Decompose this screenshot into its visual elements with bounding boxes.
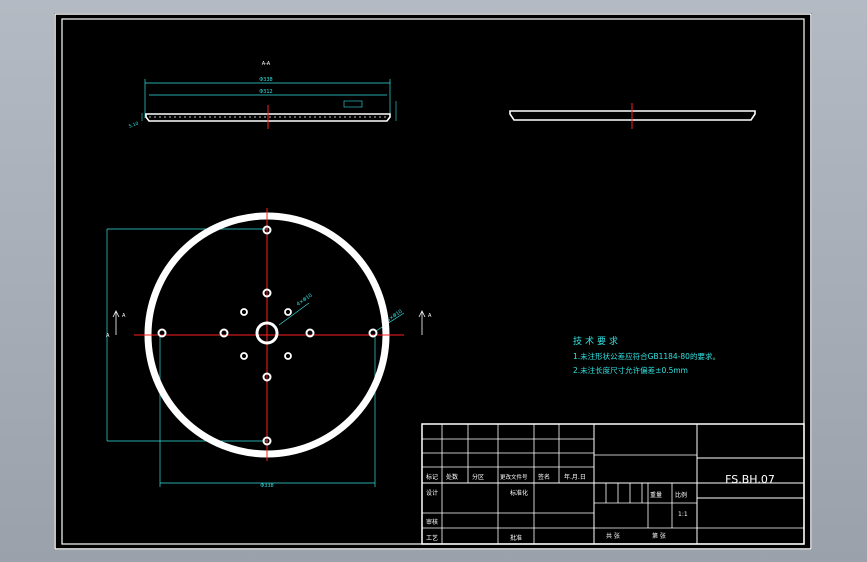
label-sign: 签名	[538, 473, 550, 481]
label-standard: 标准化	[510, 489, 528, 497]
dim-bottom-width: Φ338	[260, 483, 273, 489]
dim-top-overall: Φ338	[259, 77, 272, 83]
outer-frame	[54, 13, 812, 550]
dim-top-inner: Φ312	[259, 89, 272, 95]
label-count: 处数	[446, 473, 458, 481]
label-weight: 重量	[650, 491, 662, 499]
label-review: 审核	[426, 518, 438, 526]
label-date: 年.月.日	[564, 473, 586, 481]
label-approve: 批准	[510, 534, 522, 542]
plan-view: Φ338 4×Φ10 6×Φ10 A A A	[106, 208, 432, 489]
drawing-number: FS.BH.07	[725, 473, 775, 486]
cad-viewport: A-A Φ338 Φ312 5.10 Φ338 4×Φ10 6×Φ10 A A …	[0, 0, 867, 562]
label-change: 更改文件号	[500, 473, 528, 481]
label-zone: 分区	[472, 473, 484, 481]
inner-frame	[61, 18, 805, 545]
section-mark-left: A	[122, 313, 126, 319]
dim-hole-small: 4×Φ10	[296, 293, 314, 308]
title-block: FS.BH.07 标记 处数 分区 更改文件号 签名 年.月.日 设计 标准化 …	[421, 423, 805, 545]
note-1: 1.未注形状公差应符合GB1184-80的要求。	[573, 351, 720, 361]
view-label: A-A	[262, 61, 271, 67]
label-mark: 标记	[426, 473, 438, 481]
notes-title: 技术要求	[573, 335, 621, 347]
scale-value: 1:1	[678, 511, 688, 518]
label-scale: 比例	[675, 491, 687, 499]
label-craft: 工艺	[426, 534, 438, 542]
side-view	[509, 103, 756, 129]
sheet-number: 第 张	[652, 532, 666, 540]
svg-text:5.10: 5.10	[128, 121, 140, 130]
drawing-canvas: A-A Φ338 Φ312 5.10 Φ338 4×Φ10 6×Φ10 A A …	[54, 13, 812, 550]
sheets-total: 共 张	[606, 532, 620, 540]
section-view: A-A Φ338 Φ312 5.10	[128, 61, 397, 130]
section-mark-right: A	[428, 313, 432, 319]
drawing-sheet: A-A Φ338 Φ312 5.10 Φ338 4×Φ10 6×Φ10 A A …	[54, 13, 812, 550]
note-2: 2.未注长度尺寸允许偏差±0.5mm	[573, 365, 688, 375]
label-design: 设计	[426, 489, 438, 497]
technical-requirements: 技术要求 1.未注形状公差应符合GB1184-80的要求。 2.未注长度尺寸允许…	[573, 335, 720, 375]
svg-text:A: A	[106, 333, 110, 339]
